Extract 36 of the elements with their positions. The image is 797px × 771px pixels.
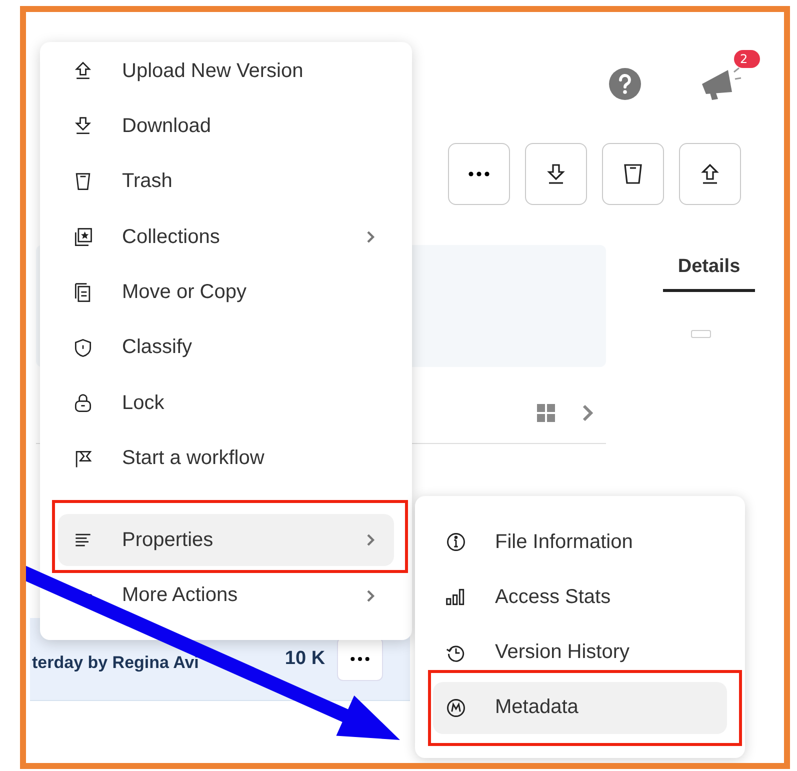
menu-item[interactable]: Properties (58, 514, 394, 566)
placeholder-bar (691, 330, 711, 338)
info-icon (445, 531, 467, 553)
menu-item[interactable]: Version History (433, 626, 727, 679)
menu-item[interactable]: Access Stats (433, 571, 727, 624)
metadata-icon (445, 696, 467, 719)
trash-button[interactable] (602, 143, 664, 205)
menu-item[interactable]: Start a workflow (58, 432, 394, 485)
download-icon (544, 162, 568, 186)
menu-item[interactable]: Lock (58, 377, 394, 430)
file-modified-text: terday by Regina Avi (32, 653, 199, 673)
row-more-button[interactable] (337, 637, 384, 681)
menu-item[interactable]: Move or Copy (58, 266, 394, 319)
menu-item[interactable]: Trash (58, 156, 394, 208)
star-stack-icon (72, 226, 94, 248)
menu-item[interactable]: Metadata (433, 682, 727, 734)
menu-item[interactable]: File Information (433, 516, 727, 568)
upload-icon (72, 60, 94, 82)
menu-item[interactable]: Collections (58, 211, 394, 264)
shield-icon (72, 336, 94, 359)
chevron-right-icon[interactable] (582, 404, 594, 422)
grid-view-icon[interactable] (537, 404, 555, 422)
menu-item[interactable]: Upload New Version (58, 45, 394, 97)
more-icon (467, 171, 491, 177)
menu-item[interactable]: Download (58, 100, 394, 152)
trash-icon (621, 162, 645, 186)
file-size: 10 K (284, 648, 326, 670)
menu-item[interactable]: Classify (58, 322, 394, 374)
lock-icon (72, 392, 94, 414)
upload-button[interactable] (679, 143, 741, 205)
details-tab[interactable]: Details (663, 244, 755, 292)
more-icon (349, 656, 372, 662)
help-icon[interactable] (608, 67, 642, 101)
upload-icon (698, 162, 722, 186)
download-button[interactable] (525, 143, 587, 205)
notification-badge: 2 (734, 50, 760, 68)
